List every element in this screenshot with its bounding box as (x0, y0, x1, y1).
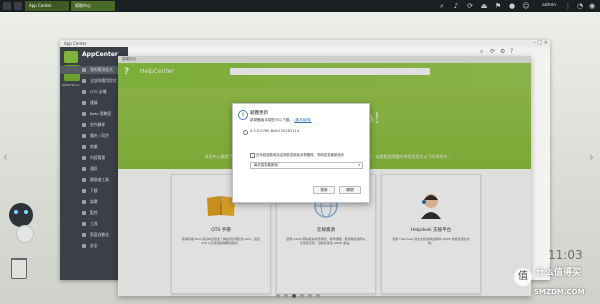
close-icon[interactable]: × (544, 40, 548, 46)
smart-help-icon[interactable]: ◉ (588, 2, 596, 10)
category-icon (82, 200, 86, 204)
sidebar-item-label: 全部的應用程式 (90, 78, 117, 83)
category-icon (82, 79, 86, 83)
close-button[interactable]: 關閉 (339, 186, 361, 194)
category-icon (82, 156, 86, 160)
version-radio[interactable] (243, 130, 248, 135)
category-icon (82, 167, 86, 171)
desktop-page-dot[interactable] (276, 294, 280, 298)
sidebar-item-label: 建議 (90, 100, 98, 105)
info-icon: i (238, 110, 248, 120)
trash-icon[interactable] (11, 258, 27, 279)
show-desktop-icon[interactable] (14, 2, 22, 10)
check-frequency-select[interactable]: 每天檢查最新版 ▾ (250, 162, 363, 169)
background-task-icon[interactable]: ⟳ (466, 2, 474, 10)
user-name[interactable]: admin (542, 0, 556, 12)
sidebar-item-label: 我的應用程式 (90, 67, 113, 72)
dashboard-icon[interactable]: ◔ (576, 2, 584, 10)
desktop-page-dot[interactable] (308, 294, 312, 298)
settings-icon[interactable]: ⚙ (500, 49, 505, 55)
sidebar-item-label: 家庭自動化 (90, 232, 109, 237)
more-options-icon[interactable]: ⋮ (564, 2, 572, 10)
menu-icon[interactable] (3, 2, 11, 10)
sidebar-item-label: 備份 / 同步 (90, 133, 109, 138)
auto-check-label: 在系統啟動時及定期檢查新版本韌體時，同時檢查最新版本 (256, 153, 345, 157)
user-icon[interactable]: ☺ (522, 2, 530, 10)
sidebar-item-label: 開發者工具 (90, 177, 109, 182)
sidebar-item-label: 監控 (90, 210, 98, 215)
category-icon (82, 189, 86, 193)
taskbar-tab-helpcenter[interactable]: 幫助中心 (71, 1, 115, 11)
category-icon (82, 244, 86, 248)
robot-eye (24, 210, 28, 214)
desktop-page-dot[interactable] (284, 294, 288, 298)
category-icon (82, 178, 86, 182)
category-icon (82, 134, 86, 138)
help-icon[interactable]: ? (510, 49, 515, 55)
refresh-icon[interactable]: ⟳ (490, 49, 495, 55)
external-device-icon[interactable]: ⏏ (480, 2, 488, 10)
sidebar-item-label: 下載 (90, 188, 98, 193)
sidebar-item-label: Beta 實驗室 (90, 111, 112, 116)
sidebar-item-label: QTS 必備 (90, 89, 107, 94)
search-icon[interactable]: ⌕ (480, 49, 485, 55)
category-icon (82, 68, 86, 72)
helper-robot-icon[interactable] (16, 225, 34, 243)
event-notification-icon[interactable]: ⚑ (494, 2, 502, 10)
firmware-version: 4.3.5.0760 Build 20181114 (250, 129, 300, 133)
category-icon (82, 233, 86, 237)
appcenter-logo (64, 51, 78, 63)
chevron-down-icon: ▾ (358, 163, 360, 167)
previous-desktop-arrow[interactable]: ‹ (3, 150, 8, 164)
sidebar-item-label: 通訊 (90, 166, 98, 171)
desktop-page-dot[interactable] (300, 294, 304, 298)
sidebar-item-label: 工具 (90, 221, 98, 226)
desktop-page-dot[interactable] (316, 294, 320, 298)
sidebar-item-label: 商業 (90, 144, 98, 149)
update-button[interactable]: 更新 (313, 186, 335, 194)
category-icon (82, 145, 86, 149)
search-icon[interactable]: ⌕ (438, 2, 446, 10)
watermark-logo: 值 (514, 268, 532, 286)
category-icon (82, 101, 86, 105)
robot-eye (14, 210, 18, 214)
next-desktop-arrow[interactable]: › (589, 150, 594, 164)
category-icon (82, 211, 86, 215)
sidebar-item-label: 內容管理 (90, 155, 106, 160)
taskbar-tab-appcenter[interactable]: App Center (25, 1, 69, 11)
desktop-page-dot-active[interactable] (292, 294, 296, 298)
category-icon (82, 123, 86, 127)
appcenter-brand: AppCenter (82, 51, 118, 58)
dialog-message: 新韌體版本現在可以下載。 (版本說明) (250, 118, 312, 122)
release-notes-link[interactable]: (版本說明) (294, 118, 311, 122)
sidebar-item-label: 合作夥伴 (90, 122, 106, 127)
firmware-update-dialog: i 韌體更新 新韌體版本現在可以下載。 (版本說明) 4.3.5.0760 Bu… (232, 103, 370, 203)
sidebar-item-label: 安全 (90, 243, 98, 248)
auto-check-checkbox[interactable] (250, 153, 255, 158)
watermark-text: 什么值得买 (536, 268, 582, 278)
category-icon (82, 90, 86, 94)
watermark-subtext: SMZDM.COM (534, 288, 585, 296)
maximize-icon[interactable]: □ (537, 40, 542, 46)
notification-icon[interactable]: ● (508, 2, 516, 10)
category-icon (82, 112, 86, 116)
desktop-clock: 11:03 (548, 248, 583, 262)
category-icon (82, 222, 86, 226)
dialog-title: 韌體更新 (250, 111, 268, 116)
qsirch-robot-icon[interactable] (9, 203, 33, 227)
sidebar-item-label: 娛樂 (90, 199, 98, 204)
appcenter-window-title: App Center (64, 41, 87, 46)
volume-icon[interactable]: ♪ (452, 2, 460, 10)
minimize-icon[interactable]: – (534, 40, 537, 46)
